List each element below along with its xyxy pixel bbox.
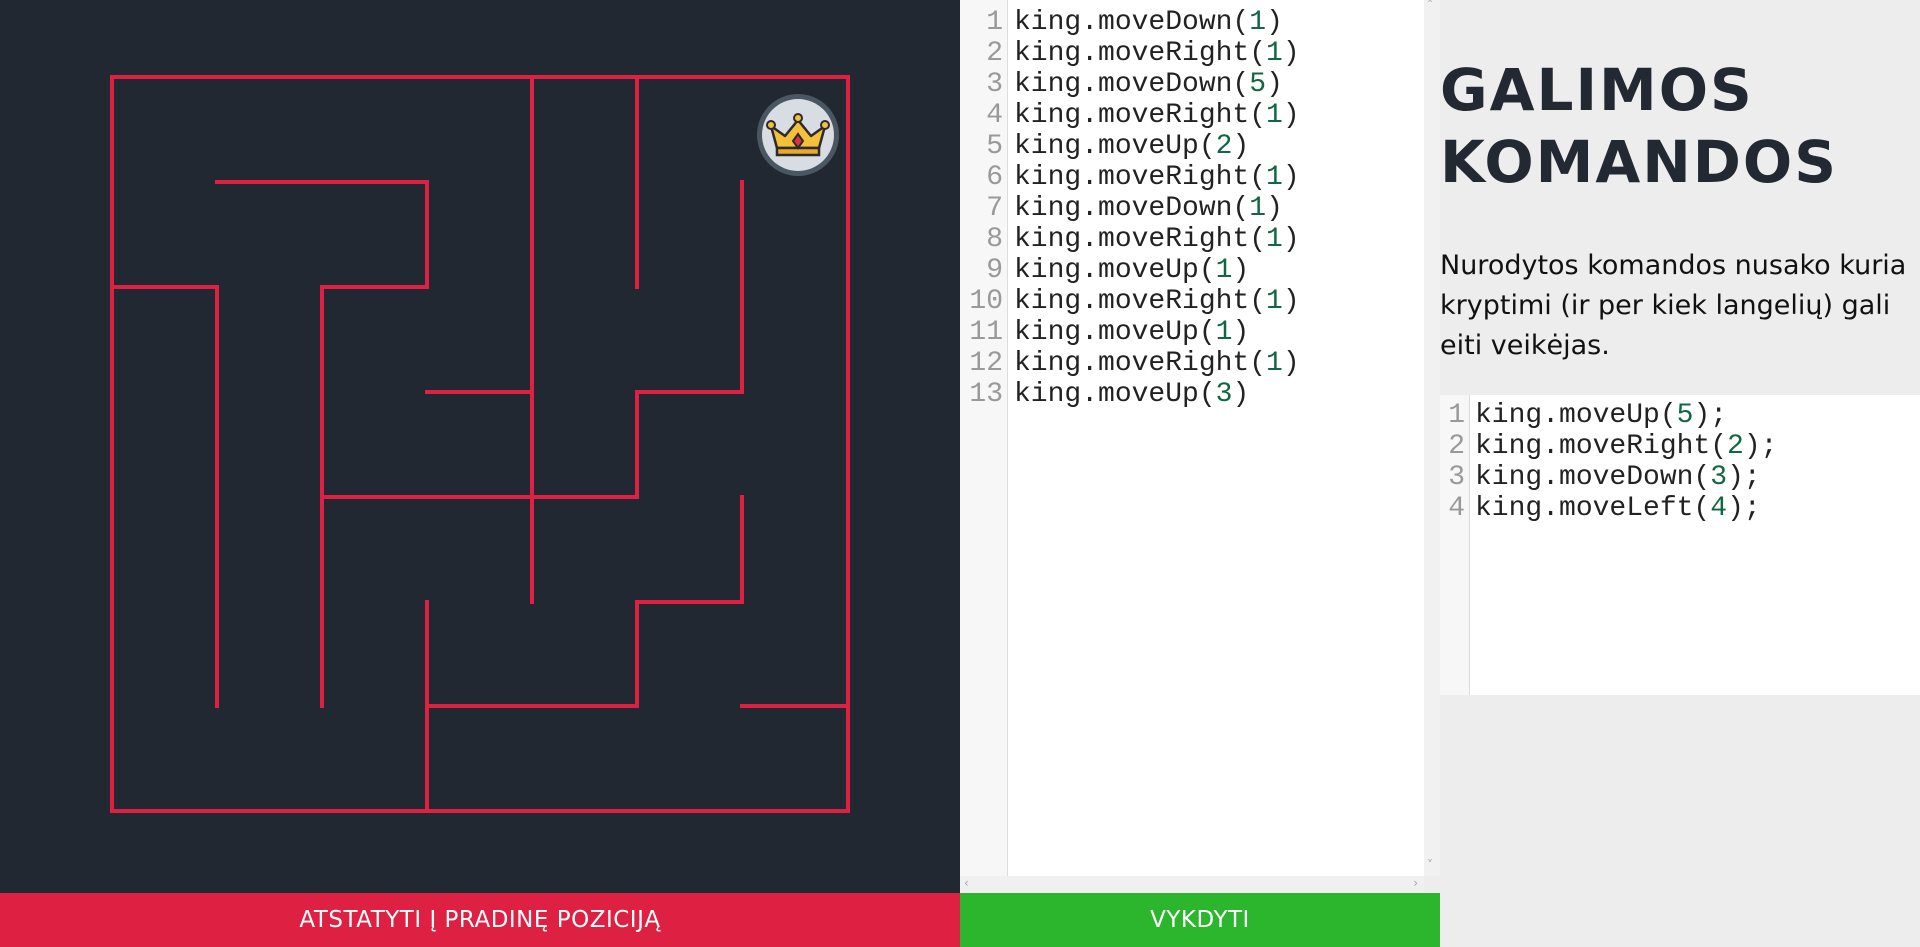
- code-punctuation: ): [1282, 162, 1300, 193]
- code-number-argument: 1: [1249, 7, 1267, 38]
- line-number: 13: [969, 379, 1003, 410]
- code-punctuation: ): [1232, 379, 1250, 410]
- code-punctuation: ): [1266, 69, 1283, 100]
- code-punctuation: ): [1282, 348, 1300, 379]
- code-number-argument: 2: [1215, 131, 1233, 162]
- crown-icon: [757, 94, 839, 176]
- code-number-argument: 1: [1249, 193, 1267, 224]
- code-editor[interactable]: 1 king.moveDown(1) 2 king.moveRight(1) 3 king…: [960, 0, 1424, 893]
- code-call: king.moveRight(: [1014, 348, 1267, 379]
- help-title-line: KOMANDOS: [1440, 128, 1839, 196]
- code-call: king.moveRight(: [1014, 224, 1267, 255]
- code-call: king.moveUp(: [1475, 400, 1677, 431]
- code-call: king.moveDown(: [1014, 193, 1250, 224]
- horizontal-scrollbar[interactable]: ‹ ›: [960, 876, 1424, 893]
- code-call: king.moveLeft(: [1475, 493, 1711, 524]
- code-number-argument: 2: [1727, 431, 1744, 462]
- code-call: king.moveUp(: [1014, 255, 1216, 286]
- code-number-argument: 1: [1266, 224, 1283, 255]
- code-number-argument: 4: [1710, 493, 1728, 524]
- code-punctuation: ): [1266, 193, 1283, 224]
- code-number-argument: 1: [1266, 286, 1283, 317]
- scroll-up-icon[interactable]: ˄: [1427, 0, 1433, 12]
- code-punctuation: ): [1282, 38, 1300, 69]
- code-punctuation: );: [1743, 431, 1778, 462]
- code-punctuation: ): [1266, 7, 1283, 38]
- run-button[interactable]: VYKDYTI: [960, 893, 1440, 947]
- code-punctuation: ): [1232, 131, 1250, 162]
- code-text: king.moveUp(3): [1014, 376, 1249, 414]
- code-number-argument: 5: [1676, 400, 1694, 431]
- code-call: king.moveUp(: [1014, 379, 1216, 410]
- code-punctuation: );: [1727, 493, 1761, 524]
- code-number-argument: 3: [1215, 379, 1233, 410]
- code-punctuation: );: [1693, 400, 1728, 431]
- code-punctuation: ): [1282, 100, 1300, 131]
- code-number-argument: 1: [1266, 38, 1283, 69]
- code-number-argument: 1: [1266, 162, 1283, 193]
- code-call: king.moveDown(: [1014, 7, 1250, 38]
- help-description: Nurodytos komandos nusako kuria kryptimi…: [1440, 250, 1907, 361]
- help-title-line: GALIMOS: [1440, 56, 1754, 124]
- reset-position-button[interactable]: ATSTATYTI Į PRADINĘ POZICIJĄ: [0, 893, 960, 947]
- help-title: GALIMOS KOMANDOS: [1440, 54, 1860, 198]
- scroll-left-icon[interactable]: ‹: [964, 876, 969, 890]
- code-punctuation: ): [1282, 224, 1300, 255]
- scroll-down-icon[interactable]: ˅: [1427, 858, 1433, 872]
- code-call: king.moveRight(: [1014, 38, 1267, 69]
- scroll-right-icon[interactable]: ›: [1413, 876, 1418, 890]
- code-punctuation: ): [1232, 317, 1250, 348]
- code-call: king.moveDown(: [1014, 69, 1250, 100]
- code-number-argument: 1: [1266, 348, 1283, 379]
- code-call: king.moveUp(: [1014, 317, 1216, 348]
- code-call: king.moveRight(: [1475, 431, 1728, 462]
- code-number-argument: 5: [1249, 69, 1267, 100]
- example-code-box: 1 king.moveUp(5); 2 king.moveRight(2); 3 king…: [1440, 395, 1920, 695]
- vertical-scrollbar[interactable]: ˄ ˅: [1424, 0, 1440, 876]
- code-punctuation: );: [1727, 462, 1761, 493]
- code-number-argument: 1: [1215, 317, 1233, 348]
- code-number-argument: 1: [1215, 255, 1233, 286]
- code-number-argument: 1: [1266, 100, 1283, 131]
- code-call: king.moveUp(: [1014, 131, 1216, 162]
- code-call: king.moveDown(: [1475, 462, 1711, 493]
- line-number: 4: [1448, 493, 1465, 524]
- code-call: king.moveRight(: [1014, 100, 1267, 131]
- code-text: king.moveLeft(4);: [1475, 490, 1761, 528]
- maze-game-area: [0, 0, 960, 893]
- code-punctuation: ): [1282, 286, 1300, 317]
- code-call: king.moveRight(: [1014, 286, 1267, 317]
- help-panel: GALIMOS KOMANDOS Nurodytos komandos nusa…: [1440, 0, 1920, 947]
- code-number-argument: 3: [1710, 462, 1728, 493]
- code-punctuation: ): [1232, 255, 1250, 286]
- code-call: king.moveRight(: [1014, 162, 1267, 193]
